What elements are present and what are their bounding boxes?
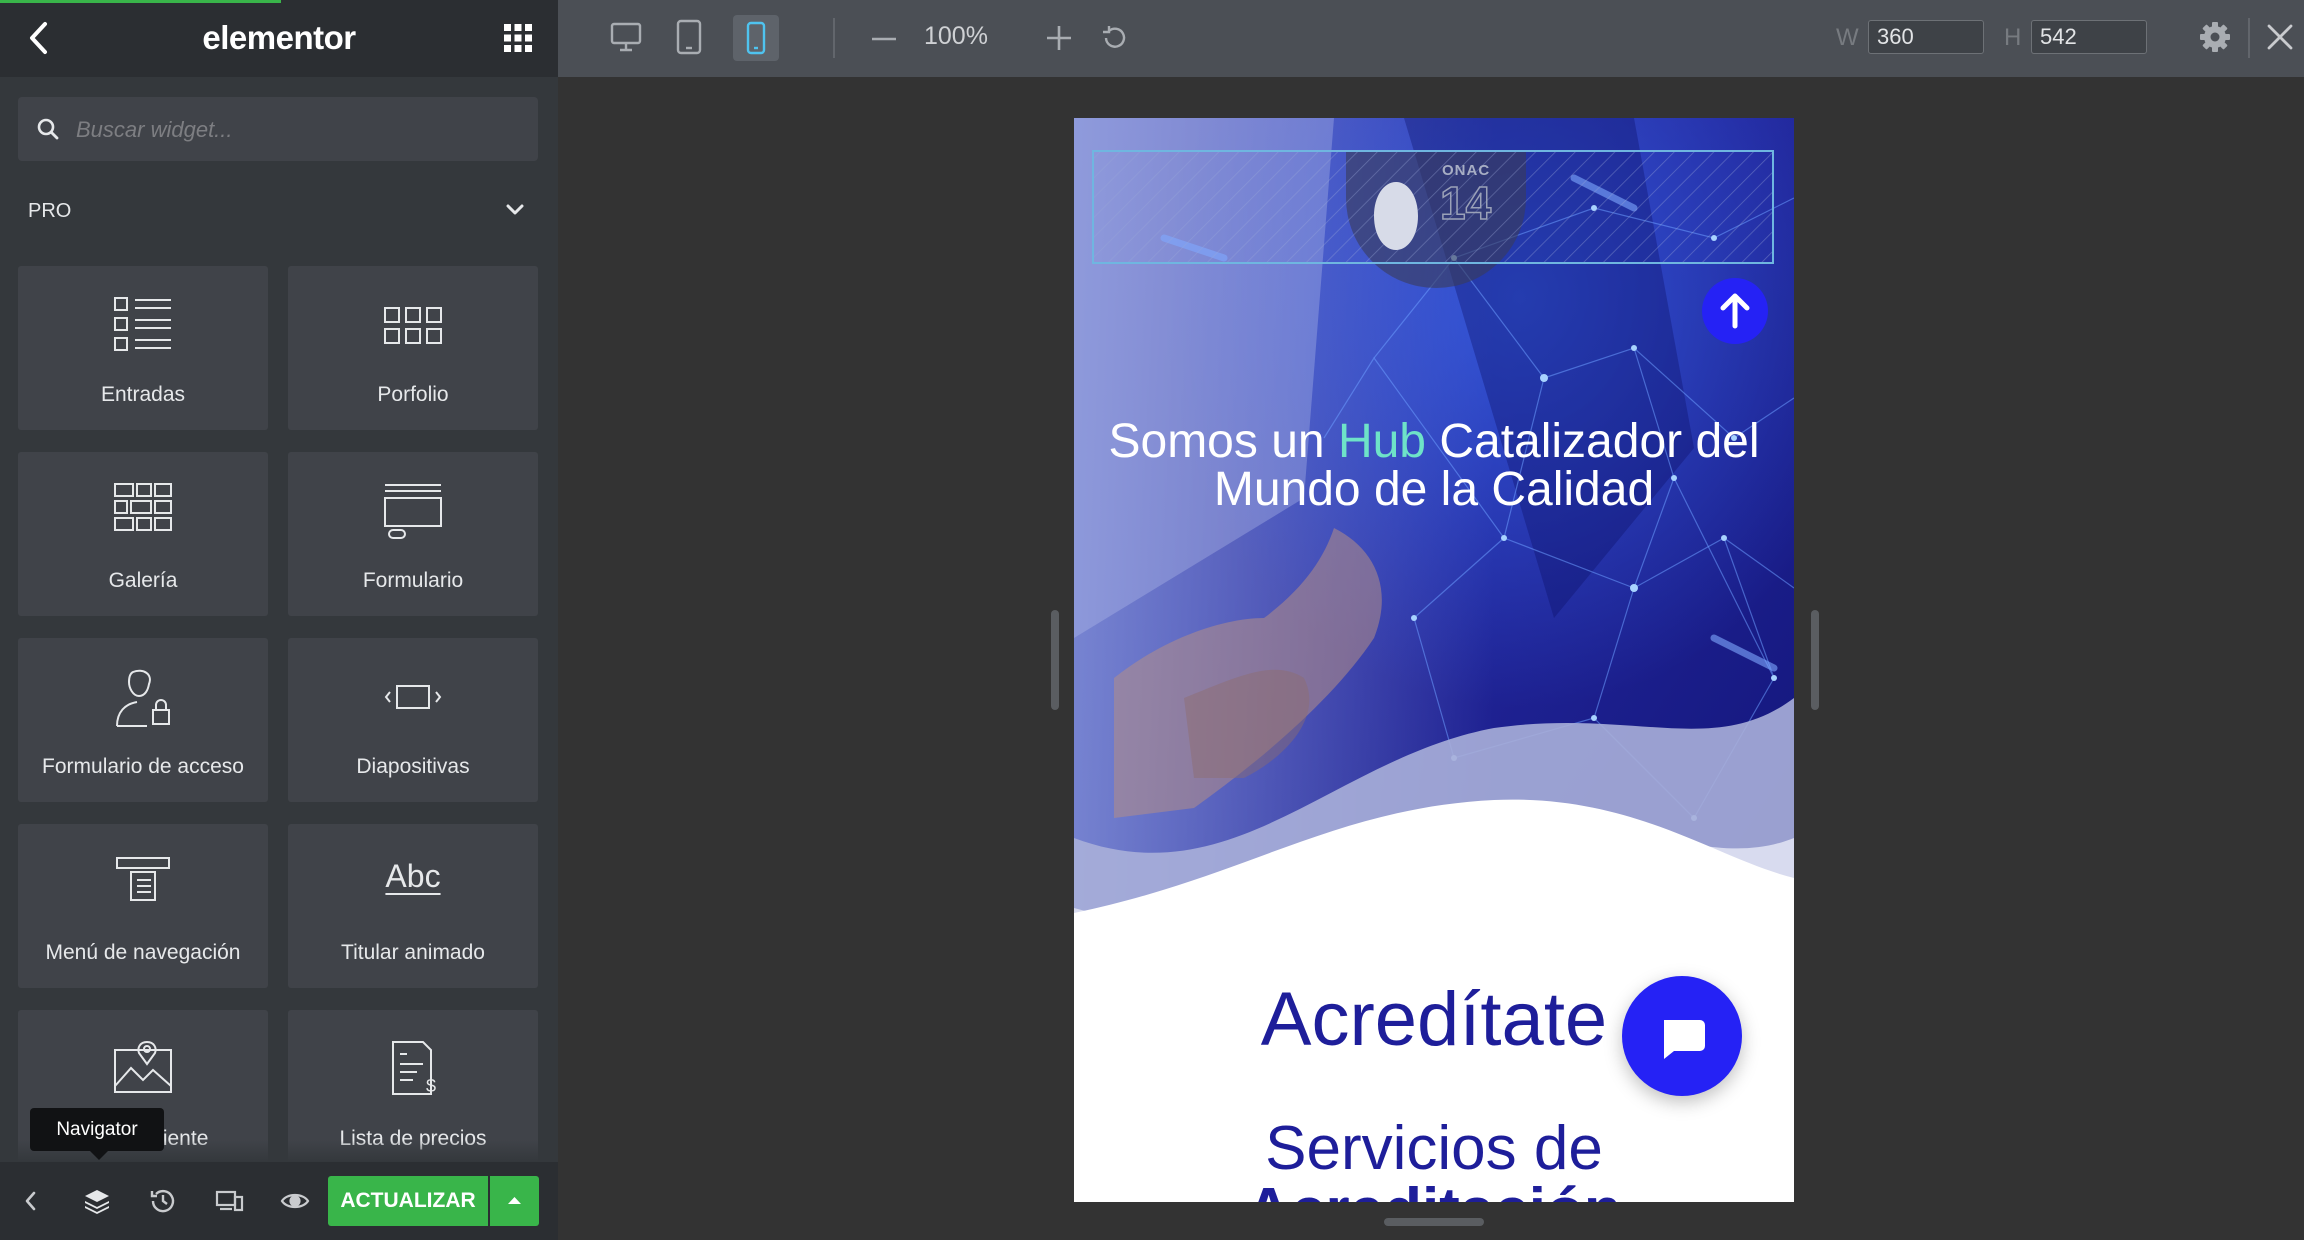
tooltip-arrow	[90, 1151, 108, 1160]
resize-handle-left[interactable]	[1051, 610, 1059, 710]
hero-title: Somos un Hub Catalizador del Mundo de la …	[1108, 415, 1760, 516]
mobile-icon	[746, 21, 766, 55]
resize-handle-right[interactable]	[1811, 610, 1819, 710]
portfolio-icon	[288, 296, 538, 346]
arrow-up-icon	[1720, 293, 1750, 329]
widget-formulario[interactable]: Formulario	[288, 452, 538, 616]
hotspot-icon	[18, 1040, 268, 1094]
responsive-icon[interactable]	[214, 1186, 244, 1216]
slides-icon	[288, 668, 538, 718]
layers-icon[interactable]	[82, 1186, 112, 1216]
widget-entradas[interactable]: Entradas	[18, 266, 268, 430]
reset-zoom-icon[interactable]	[1101, 24, 1129, 52]
desktop-icon[interactable]	[610, 20, 642, 54]
chat-bubble-icon	[1664, 1020, 1705, 1059]
caret-up-icon	[508, 1197, 521, 1204]
eye-icon[interactable]	[280, 1186, 310, 1216]
widget-label: Galería	[108, 569, 178, 592]
toolbar-divider	[2248, 18, 2250, 58]
widget-label: Formulario de acceso	[42, 755, 244, 778]
update-button[interactable]: ACTUALIZAR	[328, 1176, 488, 1226]
toolbar-divider	[833, 18, 835, 58]
widget-titular-animado[interactable]: Abc Titular animado	[288, 824, 538, 988]
panel-footer: ACTUALIZAR	[0, 1162, 558, 1240]
gallery-icon	[18, 482, 268, 532]
nav-menu-icon	[18, 854, 268, 904]
widget-porfolio[interactable]: Porfolio	[288, 266, 538, 430]
loading-progress-bar	[0, 0, 281, 3]
history-icon[interactable]	[148, 1186, 178, 1216]
chevron-down-icon[interactable]	[505, 203, 525, 217]
responsive-toolbar: 100% W H	[558, 0, 2304, 77]
search-input[interactable]	[74, 97, 528, 163]
chat-button[interactable]	[1622, 976, 1742, 1096]
resize-handle-bottom[interactable]	[1384, 1218, 1484, 1226]
posts-icon	[18, 296, 268, 352]
widget-label: Diapositivas	[356, 755, 470, 778]
scroll-to-top-button[interactable]	[1702, 278, 1768, 344]
widget-galeria[interactable]: Galería	[18, 452, 268, 616]
zoom-level: 100%	[924, 22, 988, 50]
height-label: H	[2004, 24, 2022, 51]
zoom-out-icon[interactable]	[870, 25, 898, 53]
elementor-panel: elementor PRO Entradas	[0, 0, 558, 1240]
heading-servicios: Servicios deAcreditación	[1246, 1114, 1622, 1203]
gear-icon[interactable]	[2198, 20, 2232, 54]
height-input[interactable]	[2031, 20, 2147, 54]
widget-diapositivas[interactable]: Diapositivas	[288, 638, 538, 802]
form-icon	[288, 482, 538, 542]
widget-search[interactable]	[18, 97, 538, 163]
login-form-icon	[18, 668, 268, 728]
panel-header: elementor	[0, 0, 558, 77]
category-title[interactable]: PRO	[28, 200, 71, 223]
animated-headline-icon: Abc	[385, 858, 441, 894]
chevron-left-icon[interactable]	[16, 1186, 46, 1216]
update-options-button[interactable]	[490, 1176, 539, 1226]
apps-grid-icon[interactable]	[502, 22, 534, 54]
width-label: W	[1836, 24, 1859, 51]
mobile-device-button[interactable]	[733, 15, 779, 61]
widget-label: Formulario	[362, 569, 464, 592]
widget-formulario-de-acceso[interactable]: Formulario de acceso	[18, 638, 268, 802]
width-input[interactable]	[1868, 20, 1984, 54]
navigator-tooltip: Navigator	[30, 1108, 164, 1151]
price-list-icon: $	[288, 1040, 538, 1096]
logo-section-outline[interactable]	[1092, 150, 1774, 264]
widget-label: Menú de navegación	[45, 941, 241, 964]
widget-label: Titular animado	[341, 941, 485, 964]
elementor-logo: elementor	[202, 19, 356, 56]
search-icon	[36, 117, 60, 141]
svg-text:$: $	[426, 1076, 436, 1096]
onac-logo-number: 14	[1439, 176, 1492, 230]
tablet-icon[interactable]	[675, 18, 703, 56]
back-arrow-icon[interactable]	[20, 18, 60, 58]
widget-label: Porfolio	[377, 383, 449, 406]
zoom-in-icon[interactable]	[1045, 24, 1073, 52]
widget-label: Entradas	[100, 383, 186, 406]
widget-menu-de-navegacion[interactable]: Menú de navegación	[18, 824, 268, 988]
mobile-preview: ONAC 14 Somos un Hub Catalizador del Mund…	[1074, 118, 1794, 1202]
close-icon[interactable]	[2265, 22, 2295, 52]
hero-highlight: Hub	[1337, 415, 1426, 468]
